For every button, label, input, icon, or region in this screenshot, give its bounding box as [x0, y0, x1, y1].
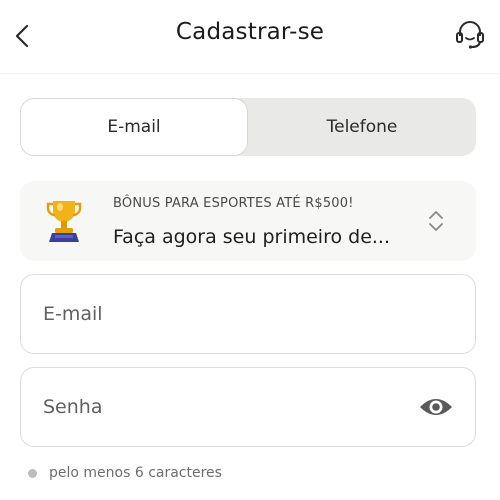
header-bar: Cadastrar-se	[0, 0, 500, 74]
tab-email-label: E-mail	[107, 117, 161, 137]
tab-phone-label: Telefone	[326, 117, 398, 137]
requirement-bullet	[28, 468, 37, 478]
tab-email[interactable]: E-mail	[20, 98, 248, 156]
signup-method-tabs: E-mail Telefone	[20, 98, 476, 156]
email-field-wrapper	[20, 274, 476, 354]
eye-icon	[420, 399, 452, 415]
tab-phone[interactable]: Telefone	[248, 98, 476, 156]
headset-icon	[456, 21, 484, 49]
support-button[interactable]	[452, 16, 488, 52]
password-field[interactable]	[43, 368, 403, 446]
password-field-wrapper	[20, 367, 476, 447]
trophy-icon	[46, 201, 82, 242]
requirement-text: pelo menos 6 caracteres	[49, 465, 222, 481]
page-title: Cadastrar-se	[175, 19, 325, 45]
bonus-headline: BÔNUS PARA ESPORTES ATÉ R$500!	[113, 196, 354, 211]
bonus-banner[interactable]: BÔNUS PARA ESPORTES ATÉ R$500! Faça agor…	[20, 181, 476, 261]
chevron-up-down-icon[interactable]	[426, 208, 446, 234]
bonus-text: Faça agora seu primeiro de...	[113, 226, 391, 248]
password-requirement: pelo menos 6 caracteres	[28, 465, 222, 481]
email-field[interactable]	[43, 275, 403, 353]
toggle-password-visibility-button[interactable]	[419, 394, 453, 420]
